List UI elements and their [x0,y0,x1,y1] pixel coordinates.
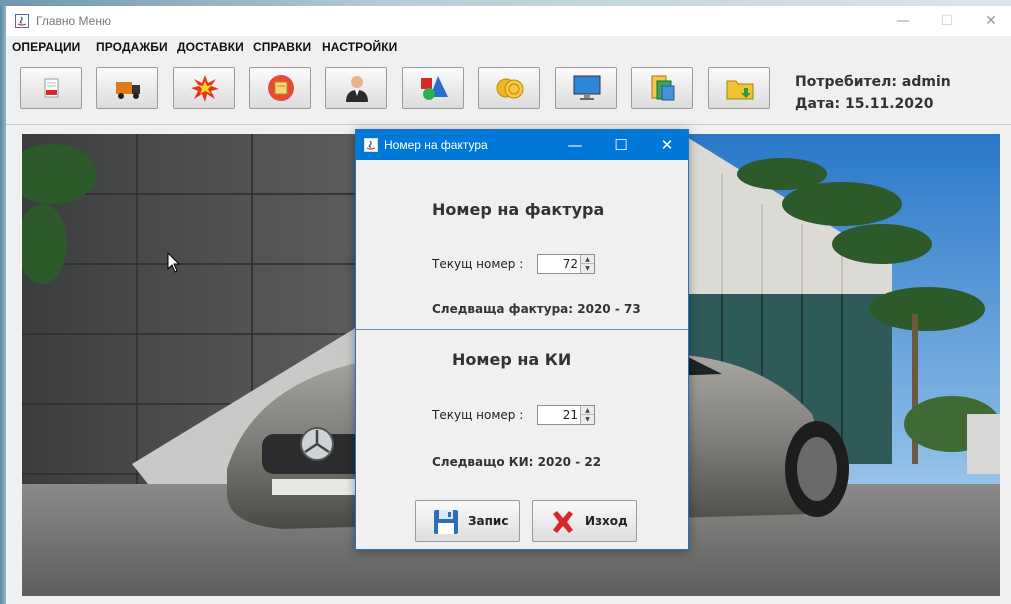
java-app-icon [15,14,29,28]
dialog-title: Номер на фактура [384,138,488,152]
dialog-close-button[interactable]: ✕ [654,135,680,155]
delivery-truck-icon [116,82,140,99]
next-invoice-label: Следваща фактура: 2020 - 73 [432,302,641,316]
invoice-spin-down-button[interactable]: ▼ [580,264,594,273]
monitor-icon [573,75,601,100]
toolbar-button-coins[interactable] [478,67,540,109]
menu-sales[interactable]: ПРОДАЖБИ [96,40,168,54]
exit-label: Изход [585,514,628,528]
section-divider [356,329,688,330]
toolbar-button-files[interactable] [631,67,693,109]
save-label: Запис [468,514,509,528]
invoice-current-label: Текущ номер : [432,257,524,271]
burst-icon [191,75,219,102]
red-x-icon [553,511,573,533]
maximize-button[interactable]: ☐ [932,12,962,30]
menu-deliveries[interactable]: ДОСТАВКИ [177,40,244,54]
toolbar-button-burst[interactable] [173,67,235,109]
next-ki-label: Следващо КИ: 2020 - 22 [432,455,602,469]
java-app-icon [364,138,378,152]
dialog-minimize-button[interactable]: — [562,135,588,155]
toolbar: Потребител: admin Дата: 15.11.2020 [6,58,1011,125]
main-window: Главно Меню — ☐ ✕ ОПЕРАЦИИ ПРОДАЖБИ ДОСТ… [6,6,1011,604]
ki-section-title: Номер на КИ [452,350,572,369]
invoice-number-value: 72 [562,257,578,271]
invoice-number-dialog: Номер на фактура — ☐ ✕ Номер на фактура … [355,129,689,550]
toolbar-button-monitor[interactable] [555,67,617,109]
user-label: Потребител: admin [795,74,951,90]
main-titlebar[interactable]: Главно Меню — ☐ ✕ [6,6,1011,36]
menu-settings[interactable]: НАСТРОЙКИ [322,40,397,54]
dialog-maximize-button[interactable]: ☐ [608,135,634,155]
toolbar-button-delivery[interactable] [96,67,158,109]
save-button[interactable]: Запис [415,500,520,542]
dialog-titlebar[interactable]: Номер на фактура — ☐ ✕ [356,130,688,160]
window-title: Главно Меню [36,14,111,28]
invoice-section-title: Номер на фактура [432,200,605,219]
toolbar-button-sale[interactable] [20,67,82,109]
sale-receipt-icon [44,78,59,98]
menu-reports[interactable]: СПРАВКИ [253,40,311,54]
toolbar-button-shapes[interactable] [402,67,464,109]
menubar: ОПЕРАЦИИ ПРОДАЖБИ ДОСТАВКИ СПРАВКИ НАСТР… [6,36,1011,58]
close-button[interactable]: ✕ [976,12,1006,30]
date-label: Дата: 15.11.2020 [795,96,934,112]
archive-folder-icon [726,80,754,100]
user-icon [346,76,368,102]
coins-icon [496,78,524,99]
files-icon [651,75,675,101]
menu-operations[interactable]: ОПЕРАЦИИ [12,40,80,54]
minimize-button[interactable]: — [888,12,918,30]
toolbar-button-archive[interactable] [708,67,770,109]
folder-icon [268,75,294,101]
ki-number-value: 21 [562,408,578,422]
ki-current-label: Текущ номер : [432,408,524,422]
shapes-icon [421,76,448,100]
toolbar-button-user[interactable] [325,67,387,109]
exit-button[interactable]: Изход [532,500,637,542]
ki-number-spinner[interactable]: 21 ▲ ▼ [537,405,595,425]
invoice-spin-up-button[interactable]: ▲ [580,255,594,264]
user-info: Потребител: admin Дата: 15.11.2020 [795,71,951,115]
floppy-save-icon [434,510,458,534]
toolbar-button-folder[interactable] [249,67,311,109]
invoice-number-spinner[interactable]: 72 ▲ ▼ [537,254,595,274]
mouse-cursor-icon [167,252,181,273]
ki-spin-down-button[interactable]: ▼ [580,415,594,424]
ki-spin-up-button[interactable]: ▲ [580,406,594,415]
